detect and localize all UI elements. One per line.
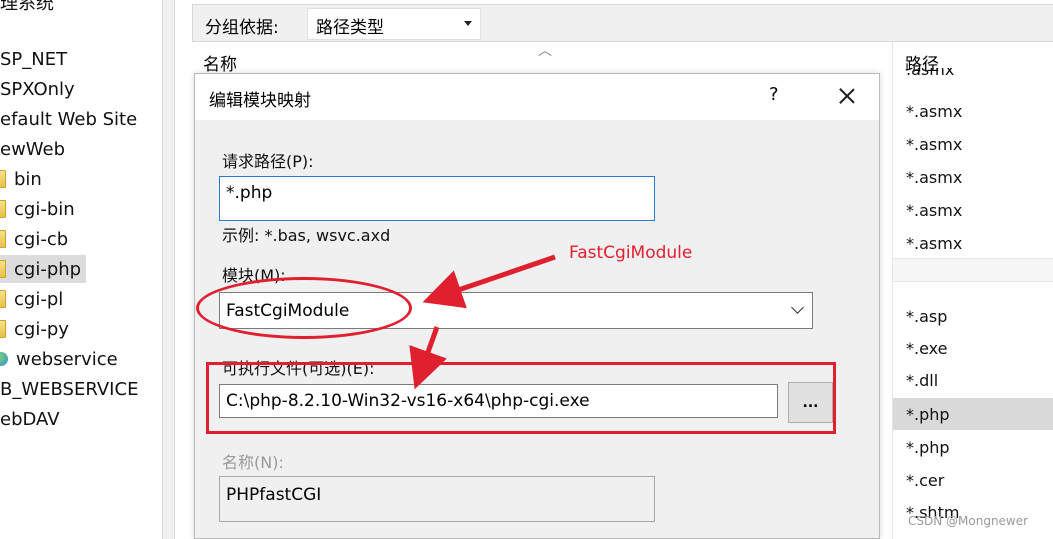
tree-item-label: cgi-cb <box>14 228 69 250</box>
tree-item-label: 理系统 <box>0 0 54 14</box>
highlight-ellipse <box>196 277 412 339</box>
path-cell: *.asmx <box>906 102 963 121</box>
tree-item-cgi-php[interactable]: cgi-php <box>0 255 86 283</box>
chevron-down-icon <box>791 301 804 314</box>
tree-item-cgi-bin[interactable]: cgi-bin <box>0 195 75 223</box>
tree-item-newweb[interactable]: ewWeb <box>0 135 65 163</box>
tree-item-label: cgi-py <box>14 318 69 340</box>
path-cell: *.php <box>906 438 950 457</box>
tree-item-label: SP_NET <box>0 48 68 70</box>
path-cell: *.cer <box>906 471 945 490</box>
tree-item-label: bin <box>14 168 42 190</box>
path-cell: .asmx <box>906 68 955 79</box>
folder-icon <box>0 230 6 248</box>
highlight-box <box>206 362 836 434</box>
tree-item-label: B_WEBSERVICE <box>0 378 139 400</box>
tree-item-cgi-pl[interactable]: cgi-pl <box>0 285 63 313</box>
tree-item-label: SPXOnly <box>0 78 75 100</box>
tree-item-label: ebDAV <box>0 408 60 430</box>
folder-icon <box>0 290 6 308</box>
path-cell: *.php <box>906 405 950 424</box>
group-by-select[interactable]: 路径类型 <box>307 8 481 40</box>
tree-item[interactable]: 理系统 <box>0 0 54 16</box>
example-text: 示例: *.bas, wsvc.axd <box>222 226 391 245</box>
tree-item-bin[interactable]: bin <box>0 165 42 193</box>
close-icon[interactable] <box>833 82 861 110</box>
tree-item-asp-net[interactable]: SP_NET <box>0 45 67 73</box>
watermark-text: CSDN @Mongnewer <box>908 514 1029 528</box>
path-cell: *.asmx <box>906 201 963 220</box>
tree-item-cgi-py[interactable]: cgi-py <box>0 315 69 343</box>
group-by-value: 路径类型 <box>316 18 384 38</box>
folder-icon <box>0 200 6 218</box>
tree-item-label: ewWeb <box>0 138 66 160</box>
dialog-title: 编辑模块映射 <box>209 91 311 111</box>
globe-icon <box>0 352 8 366</box>
name-value: PHPfastCGI <box>226 485 322 505</box>
tree-item-default-web-site[interactable]: efault Web Site <box>0 105 137 133</box>
tree-item-db-webservice[interactable]: B_WEBSERVICE <box>0 375 138 403</box>
tree-item-cgi-cb[interactable]: cgi-cb <box>0 225 68 253</box>
panel-splitter[interactable] <box>163 0 175 539</box>
sort-ascending-icon: ︿ <box>538 43 552 59</box>
path-cell: *.asmx <box>906 234 963 253</box>
name-label: 名称(N): <box>222 453 284 472</box>
path-cell: *.asp <box>906 307 948 326</box>
annotation-text: FastCgiModule <box>569 243 693 263</box>
request-path-value: *.php <box>226 183 273 203</box>
name-input[interactable]: PHPfastCGI <box>219 476 655 522</box>
tree-item-label: webservice <box>16 348 118 370</box>
tree-item-label: cgi-pl <box>14 288 64 310</box>
tree-item-webdav[interactable]: ebDAV <box>0 405 60 433</box>
path-cell: *.asmx <box>906 135 963 154</box>
tree-item-label: cgi-bin <box>14 198 75 220</box>
group-by-bar: 分组依据: 路径类型 <box>192 4 1053 42</box>
path-cell: *.exe <box>906 339 948 358</box>
dialog-titlebar[interactable]: 编辑模块映射 ? <box>195 74 879 120</box>
tree-item-label: efault Web Site <box>0 108 138 130</box>
request-path-input[interactable]: *.php <box>219 176 655 221</box>
tree-item-webservice[interactable]: webservice <box>0 345 118 373</box>
column-divider[interactable] <box>892 42 893 539</box>
tree-item-label: cgi-php <box>14 258 82 280</box>
folder-icon <box>0 260 6 278</box>
dropdown-arrow-icon <box>464 21 472 26</box>
folder-icon <box>0 320 6 338</box>
folder-icon <box>0 170 6 188</box>
column-header-name[interactable]: 名称 <box>203 50 237 75</box>
tree-item-spxonly[interactable]: SPXOnly <box>0 75 75 103</box>
group-by-label: 分组依据: <box>205 18 279 38</box>
site-tree: 理系统 SP_NET SPXOnly efault Web Site ewWeb… <box>0 0 163 539</box>
path-cell: *.asmx <box>906 168 963 187</box>
request-path-label: 请求路径(P): <box>222 152 314 171</box>
help-button[interactable]: ? <box>769 84 779 105</box>
path-cell: *.dll <box>906 371 939 390</box>
group-separator <box>893 258 1053 282</box>
